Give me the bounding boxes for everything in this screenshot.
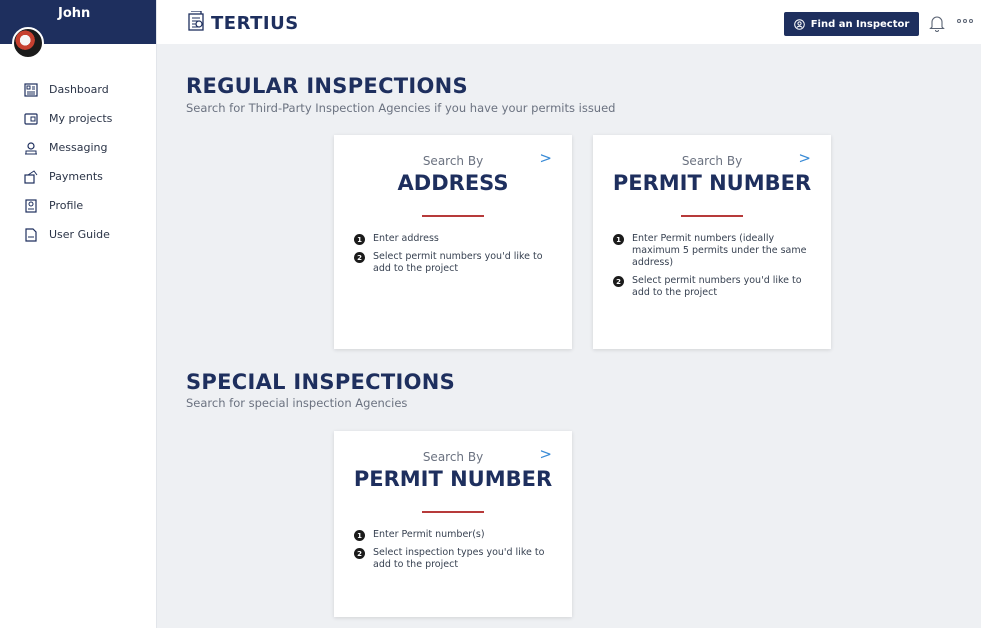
card-heading: PERMIT NUMBER xyxy=(612,171,812,195)
list-item: 1 Enter Permit number(s) xyxy=(354,529,550,541)
divider xyxy=(422,511,484,513)
building-icon xyxy=(187,10,205,35)
chevron-right-icon[interactable]: > xyxy=(798,149,811,167)
regular-inspections-title: REGULAR INSPECTIONS xyxy=(186,74,468,98)
card-search-by: Search By xyxy=(422,154,484,168)
find-inspector-button[interactable]: Find an Inspector xyxy=(784,12,919,36)
sidebar-item-profile[interactable]: Profile xyxy=(0,191,156,220)
payments-icon xyxy=(24,169,38,184)
step-text: Select inspection types you'd like to ad… xyxy=(373,547,545,570)
sidebar-item-label: Dashboard xyxy=(49,83,109,96)
sidebar-item-dashboard[interactable]: Dashboard xyxy=(0,75,156,104)
find-inspector-label: Find an Inspector xyxy=(810,18,910,30)
step-text: Enter Permit number(s) xyxy=(373,529,485,540)
step-number: 1 xyxy=(613,234,624,245)
logo-text: TERTIUS xyxy=(211,12,299,34)
card-search-by: Search By xyxy=(422,450,484,464)
avatar[interactable] xyxy=(12,27,44,59)
sidebar: John Dashboard My projects Messaging Pay… xyxy=(0,0,157,628)
regular-inspections-subtitle: Search for Third-Party Inspection Agenci… xyxy=(186,101,616,115)
card-search-permit-number[interactable]: Search By > PERMIT NUMBER 1 Enter Permit… xyxy=(593,135,831,349)
sidebar-item-user-guide[interactable]: User Guide xyxy=(0,220,156,249)
card-steps: 1 Enter Permit numbers (ideally maximum … xyxy=(613,233,809,305)
search-person-icon xyxy=(793,18,805,30)
pdf-icon xyxy=(24,227,38,242)
step-number: 1 xyxy=(354,530,365,541)
card-heading: ADDRESS xyxy=(397,171,509,195)
list-item: 2 Select permit numbers you'd like to ad… xyxy=(613,275,809,299)
bell-icon[interactable] xyxy=(929,14,945,32)
card-steps: 1 Enter address 2 Select permit numbers … xyxy=(354,233,550,281)
card-search-by: Search By xyxy=(681,154,743,168)
special-inspections-subtitle: Search for special inspection Agencies xyxy=(186,396,408,410)
step-text: Select permit numbers you'd like to add … xyxy=(632,275,802,298)
divider xyxy=(681,215,743,217)
sidebar-item-label: My projects xyxy=(49,112,113,125)
card-search-address[interactable]: Search By > ADDRESS 1 Enter address 2 Se… xyxy=(334,135,572,349)
step-number: 2 xyxy=(354,252,365,263)
profile-icon xyxy=(24,198,38,213)
card-special-permit-number[interactable]: Search By > PERMIT NUMBER 1 Enter Permit… xyxy=(334,431,572,617)
step-text: Enter Permit numbers (ideally maximum 5 … xyxy=(632,233,807,268)
sidebar-item-payments[interactable]: Payments xyxy=(0,162,156,191)
list-item: 2 Select permit numbers you'd like to ad… xyxy=(354,251,550,275)
chevron-right-icon[interactable]: > xyxy=(539,445,552,463)
divider xyxy=(422,215,484,217)
special-inspections-title: SPECIAL INSPECTIONS xyxy=(186,370,456,394)
step-number: 2 xyxy=(354,548,365,559)
sidebar-item-label: Messaging xyxy=(49,141,108,154)
step-number: 2 xyxy=(613,276,624,287)
sidebar-nav: Dashboard My projects Messaging Payments… xyxy=(0,75,156,249)
sidebar-item-my-projects[interactable]: My projects xyxy=(0,104,156,133)
chevron-right-icon[interactable]: > xyxy=(539,149,552,167)
card-steps: 1 Enter Permit number(s) 2 Select inspec… xyxy=(354,529,550,577)
card-heading: PERMIT NUMBER xyxy=(353,467,553,491)
projects-icon xyxy=(24,112,38,126)
list-item: 2 Select inspection types you'd like to … xyxy=(354,547,550,571)
user-name[interactable]: John xyxy=(58,6,90,21)
logo[interactable]: TERTIUS xyxy=(187,10,299,35)
sidebar-item-label: Payments xyxy=(49,170,103,183)
step-text: Enter address xyxy=(373,233,439,244)
messaging-icon xyxy=(24,141,38,155)
list-item: 1 Enter address xyxy=(354,233,550,245)
top-bar: TERTIUS Find an Inspector xyxy=(157,0,981,44)
list-item: 1 Enter Permit numbers (ideally maximum … xyxy=(613,233,809,269)
more-options-icon[interactable] xyxy=(957,16,975,26)
sidebar-item-label: User Guide xyxy=(49,228,110,241)
sidebar-item-label: Profile xyxy=(49,199,84,212)
step-text: Select permit numbers you'd like to add … xyxy=(373,251,543,274)
step-number: 1 xyxy=(354,234,365,245)
dashboard-icon xyxy=(24,82,38,97)
sidebar-item-messaging[interactable]: Messaging xyxy=(0,133,156,162)
